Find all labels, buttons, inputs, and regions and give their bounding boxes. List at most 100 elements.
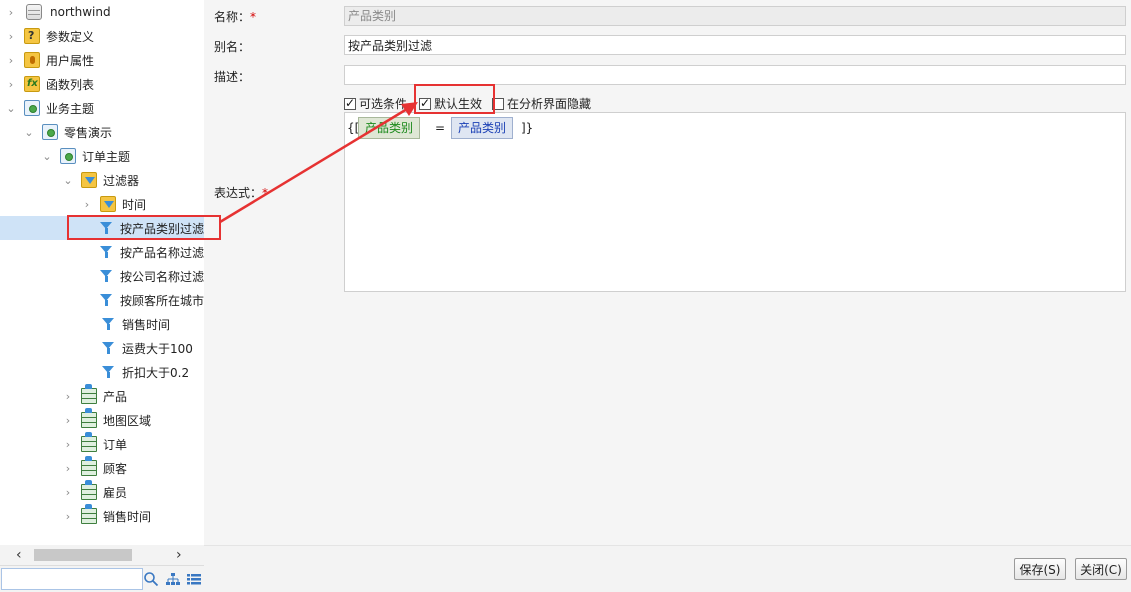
chevron-right-icon[interactable]: ›: [63, 438, 73, 451]
function-icon: [24, 76, 40, 92]
save-button[interactable]: 保存(S): [1014, 558, 1066, 580]
chevron-down-icon[interactable]: ⌄: [24, 126, 34, 139]
hide-in-analysis-checkbox[interactable]: 在分析界面隐藏: [492, 95, 591, 112]
filter-icon: [98, 244, 114, 260]
tree-node-label: northwind: [50, 5, 111, 19]
tree-node-parameters[interactable]: › 参数定义: [0, 24, 204, 48]
filter-folder-icon: [100, 196, 116, 212]
database-icon: [26, 4, 42, 20]
checkbox-label: 默认生效: [434, 97, 483, 111]
filter-icon: [98, 220, 114, 236]
tree-node-retail-demo[interactable]: ⌄ 零售演示: [0, 120, 204, 144]
tree-node-label: 运费大于100: [122, 341, 193, 356]
tree-node-user-attributes[interactable]: › 用户属性: [0, 48, 204, 72]
chevron-down-icon[interactable]: ⌄: [42, 150, 52, 163]
tree-node-filters[interactable]: ⌄ 过滤器: [0, 168, 204, 192]
chevron-right-icon[interactable]: ›: [6, 54, 16, 67]
tree-node-employees-table[interactable]: › 雇员: [0, 480, 204, 504]
checkbox-unchecked-icon[interactable]: [492, 97, 505, 110]
alias-label: 别名：: [214, 40, 251, 54]
tree-node-northwind[interactable]: › northwind: [0, 0, 204, 24]
tree-node-label: 折扣大于0.2: [122, 365, 190, 380]
scroll-left-icon[interactable]: ‹: [16, 547, 22, 563]
table-icon: [81, 480, 97, 500]
default-effective-checkbox[interactable]: 默认生效: [419, 95, 482, 112]
tree-node-label: 业务主题: [46, 101, 95, 116]
tree-node-label: 参数定义: [46, 29, 95, 44]
tree-node-label: 按顾客所在城市: [119, 293, 204, 308]
tree-node-sales-time-table[interactable]: › 销售时间: [0, 504, 204, 528]
tree-node-filter-by-company[interactable]: 按公司名称过滤: [0, 264, 204, 288]
list-view-icon[interactable]: [186, 571, 202, 587]
expression-close-token: ]}: [521, 121, 534, 135]
tree-node-freight-filter[interactable]: 运费大于100: [0, 336, 204, 360]
tree-node-orders-table[interactable]: › 订单: [0, 432, 204, 456]
tree-node-filter-by-city[interactable]: 按顾客所在城市: [0, 288, 204, 312]
description-field[interactable]: [344, 65, 1126, 85]
tree-node-label: 雇员: [103, 485, 128, 500]
dialog-button-bar: 保存(S) 关闭(C): [204, 545, 1131, 592]
filter-folder-icon: [81, 172, 97, 188]
checkbox-label: 在分析界面隐藏: [507, 97, 592, 111]
scrollbar-thumb[interactable]: [34, 549, 132, 561]
expression-label: 表达式：*: [214, 186, 269, 200]
tree-node-label: 零售演示: [64, 125, 113, 140]
expression-param-token[interactable]: 产品类别: [451, 117, 514, 139]
tree-node-time-folder[interactable]: › 时间: [0, 192, 204, 216]
tree-node-label: 产品: [103, 389, 128, 404]
resource-tree[interactable]: › northwind › 参数定义 › 用户属性 › 函数列表 ⌄ 业务主题 …: [0, 0, 204, 545]
chevron-right-icon[interactable]: ›: [63, 390, 73, 403]
chevron-right-icon[interactable]: ›: [63, 510, 73, 523]
tree-node-order-theme[interactable]: ⌄ 订单主题: [0, 144, 204, 168]
tree-node-sales-time-filter[interactable]: 销售时间: [0, 312, 204, 336]
chevron-right-icon[interactable]: ›: [63, 486, 73, 499]
optional-condition-checkbox[interactable]: 可选条件: [344, 95, 407, 112]
alias-field[interactable]: [344, 35, 1126, 55]
chevron-right-icon[interactable]: ›: [6, 30, 16, 43]
tree-view-icon[interactable]: [165, 571, 181, 587]
chevron-down-icon[interactable]: ⌄: [6, 102, 16, 115]
checkbox-label: 可选条件: [359, 97, 408, 111]
parameter-icon: [24, 28, 40, 44]
tree-node-label: 按公司名称过滤: [119, 269, 204, 284]
chevron-right-icon[interactable]: ›: [63, 462, 73, 475]
checkbox-checked-icon[interactable]: [419, 96, 432, 110]
name-label: 名称：*: [214, 10, 257, 24]
search-icon[interactable]: [143, 571, 159, 587]
user-attribute-icon: [24, 52, 40, 68]
options-row: 可选条件 默认生效 在分析界面隐藏: [344, 95, 601, 112]
chevron-right-icon[interactable]: ›: [82, 198, 92, 211]
tree-node-business-themes[interactable]: ⌄ 业务主题: [0, 96, 204, 120]
tree-node-products-table[interactable]: › 产品: [0, 384, 204, 408]
tree-node-customers-table[interactable]: › 顾客: [0, 456, 204, 480]
chevron-right-icon[interactable]: ›: [63, 414, 73, 427]
chevron-right-icon[interactable]: ›: [6, 78, 16, 91]
tree-node-functions[interactable]: › 函数列表: [0, 72, 204, 96]
tree-node-map-region-table[interactable]: › 地图区域: [0, 408, 204, 432]
tree-node-label: 销售时间: [103, 509, 152, 524]
scroll-right-icon[interactable]: ›: [176, 547, 182, 563]
expression-editor[interactable]: {[ 产品类别 = 产品类别 ]}: [344, 112, 1126, 292]
tree-node-filter-by-product-name[interactable]: 按产品名称过滤: [0, 240, 204, 264]
tree-node-discount-filter[interactable]: 折扣大于0.2: [0, 360, 204, 384]
chevron-right-icon[interactable]: ›: [6, 6, 16, 19]
expression-operator-token[interactable]: =: [435, 121, 445, 135]
required-marker: *: [250, 10, 257, 24]
tree-search-bar: [0, 565, 204, 592]
chevron-down-icon[interactable]: ⌄: [63, 174, 73, 187]
close-button[interactable]: 关闭(C): [1075, 558, 1127, 580]
filter-icon: [98, 292, 114, 308]
tree-node-label: 订单: [103, 437, 128, 452]
required-marker: *: [262, 186, 269, 200]
business-theme-icon: [24, 100, 40, 116]
tree-node-label: 顾客: [103, 461, 128, 476]
tree-node-label: 地图区域: [103, 413, 152, 428]
filter-icon: [98, 268, 114, 284]
business-theme-icon: [42, 124, 58, 140]
table-icon: [81, 384, 97, 404]
tree-node-filter-by-category[interactable]: 按产品类别过滤: [0, 216, 204, 240]
tree-search-input[interactable]: [1, 568, 143, 590]
tree-horizontal-scrollbar[interactable]: ‹ ›: [0, 545, 204, 565]
checkbox-checked-icon[interactable]: [344, 96, 356, 110]
expression-field-token[interactable]: 产品类别: [358, 117, 421, 139]
